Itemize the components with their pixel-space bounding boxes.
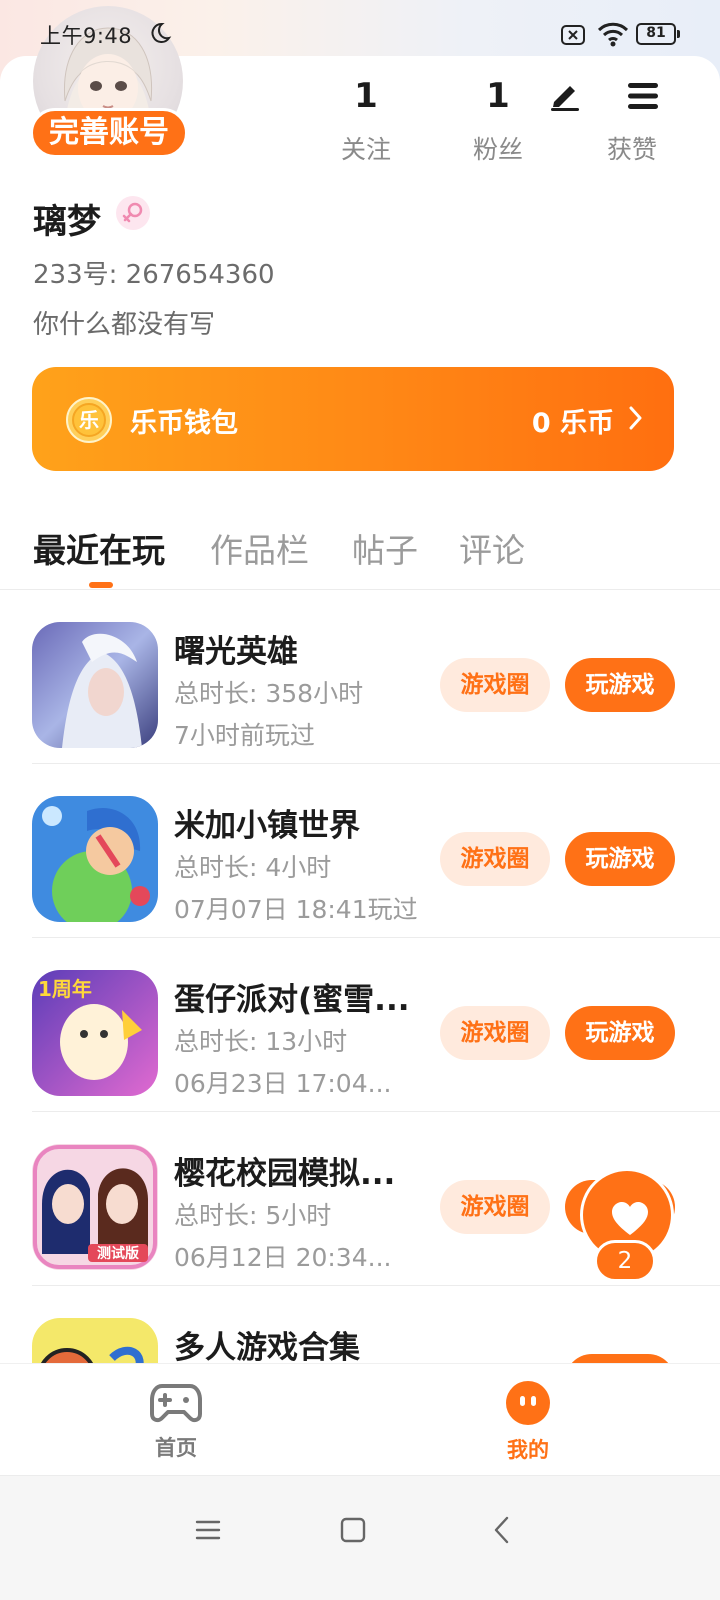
heart-icon: [612, 1202, 648, 1235]
game-icon[interactable]: 测试版: [32, 1144, 158, 1270]
back-chevron-icon[interactable]: [482, 1510, 522, 1550]
game-duration: 总时长: 4小时: [174, 853, 332, 882]
list-item[interactable]: 1周年 蛋仔派对(蜜雪... 总时长: 13小时 06月23日 17:04...…: [0, 938, 720, 1112]
username: 璃梦: [33, 202, 101, 242]
fans-label: 粉丝: [472, 135, 523, 164]
user-bio: 你什么都没有写: [33, 310, 216, 340]
game-last-played: 07月07日 18:41玩过: [174, 895, 418, 924]
play-game-button[interactable]: 玩游戏: [565, 658, 675, 712]
game-duration: 总时长: 13小时: [174, 1027, 348, 1056]
game-circle-button[interactable]: 游戏圈: [440, 832, 550, 886]
game-last-played: 06月12日 20:34...: [174, 1243, 392, 1272]
stat-fans[interactable]: 1 粉丝: [448, 76, 548, 166]
nav-mine[interactable]: 我的: [468, 1380, 588, 1464]
tab-works[interactable]: 作品栏: [210, 524, 309, 572]
wallet-banner[interactable]: 乐 乐币钱包 0 乐币: [32, 367, 674, 471]
do-not-disturb-moon-icon: [151, 22, 172, 43]
profile-tabs: 最近在玩 作品栏 帖子 评论: [33, 524, 693, 574]
wallet-balance: 0 乐币: [531, 408, 614, 439]
battery-level: 81: [636, 23, 676, 45]
nav-home[interactable]: 首页: [116, 1380, 236, 1462]
likes-label: 获赞: [606, 135, 657, 164]
game-icon[interactable]: [32, 796, 158, 922]
following-count: 1: [354, 76, 378, 116]
game-name: 多人游戏合集: [174, 1330, 360, 1363]
list-item[interactable]: 米加小镇世界 总时长: 4小时 07月07日 18:41玩过 游戏圈 玩游戏: [0, 764, 720, 938]
list-item[interactable]: 多人游戏合集: [0, 1286, 720, 1363]
tab-posts[interactable]: 帖子: [352, 524, 418, 572]
anniversary-badge: 1周年: [38, 977, 92, 1001]
wallet-title: 乐币钱包: [130, 408, 238, 439]
menu-icon[interactable]: [626, 80, 660, 112]
following-label: 关注: [340, 135, 391, 164]
fans-count: 1: [486, 76, 510, 116]
female-gender-icon: [116, 196, 150, 230]
game-circle-button[interactable]: 游戏圈: [440, 1006, 550, 1060]
smiley-icon: [506, 1381, 550, 1425]
game-name: 樱花校园模拟...: [174, 1156, 396, 1192]
nav-home-label: 首页: [155, 1436, 197, 1460]
game-icon[interactable]: 1周年: [32, 970, 158, 1096]
game-name: 米加小镇世界: [174, 808, 360, 844]
complete-account-button[interactable]: 完善账号: [30, 108, 188, 158]
user-id: 233号: 267654360: [33, 260, 275, 290]
tab-recently-played[interactable]: 最近在玩: [33, 524, 165, 572]
active-tab-indicator: [89, 582, 113, 588]
play-game-button[interactable]: [565, 1354, 675, 1363]
coin-icon: 乐: [65, 396, 113, 444]
battery-indicator: 81: [636, 23, 680, 45]
status-bar: 上午9:48 81: [0, 0, 720, 66]
list-item[interactable]: 曙光英雄 总时长: 358小时 7小时前玩过 游戏圈 玩游戏: [0, 590, 720, 764]
nav-mine-label: 我的: [507, 1438, 549, 1462]
chevron-right-icon: [629, 406, 642, 430]
game-circle-button[interactable]: 游戏圈: [440, 658, 550, 712]
edit-pen-icon[interactable]: [548, 78, 582, 112]
game-circle-button[interactable]: 游戏圈: [440, 1180, 550, 1234]
stat-following[interactable]: 1 关注: [316, 76, 416, 166]
tab-comments[interactable]: 评论: [459, 524, 525, 572]
game-icon[interactable]: [32, 1318, 158, 1363]
play-game-button[interactable]: 玩游戏: [565, 832, 675, 886]
game-duration: 总时长: 5小时: [174, 1201, 332, 1230]
coin-glyph: 乐: [79, 408, 99, 432]
game-name: 蛋仔派对(蜜雪...: [174, 982, 410, 1018]
system-navigation-bar: [0, 1475, 720, 1600]
game-name: 曙光英雄: [174, 634, 298, 670]
status-time: 上午9:48: [40, 24, 133, 48]
recent-apps-icon[interactable]: [188, 1510, 228, 1550]
wifi-icon: [597, 22, 629, 47]
battery-cap: [677, 30, 680, 38]
home-square-icon[interactable]: [333, 1510, 373, 1550]
game-last-played: 7小时前玩过: [174, 721, 315, 750]
test-version-badge: 测试版: [97, 1245, 139, 1262]
game-duration: 总时长: 358小时: [174, 679, 364, 708]
bottom-nav: 首页 我的: [0, 1363, 720, 1475]
gamepad-icon: [150, 1384, 202, 1423]
game-last-played: 06月23日 17:04...: [174, 1069, 392, 1098]
game-icon[interactable]: [32, 622, 158, 748]
like-count-badge: 2: [594, 1240, 656, 1282]
play-game-button[interactable]: 玩游戏: [565, 1006, 675, 1060]
no-sim-icon: [561, 25, 585, 45]
